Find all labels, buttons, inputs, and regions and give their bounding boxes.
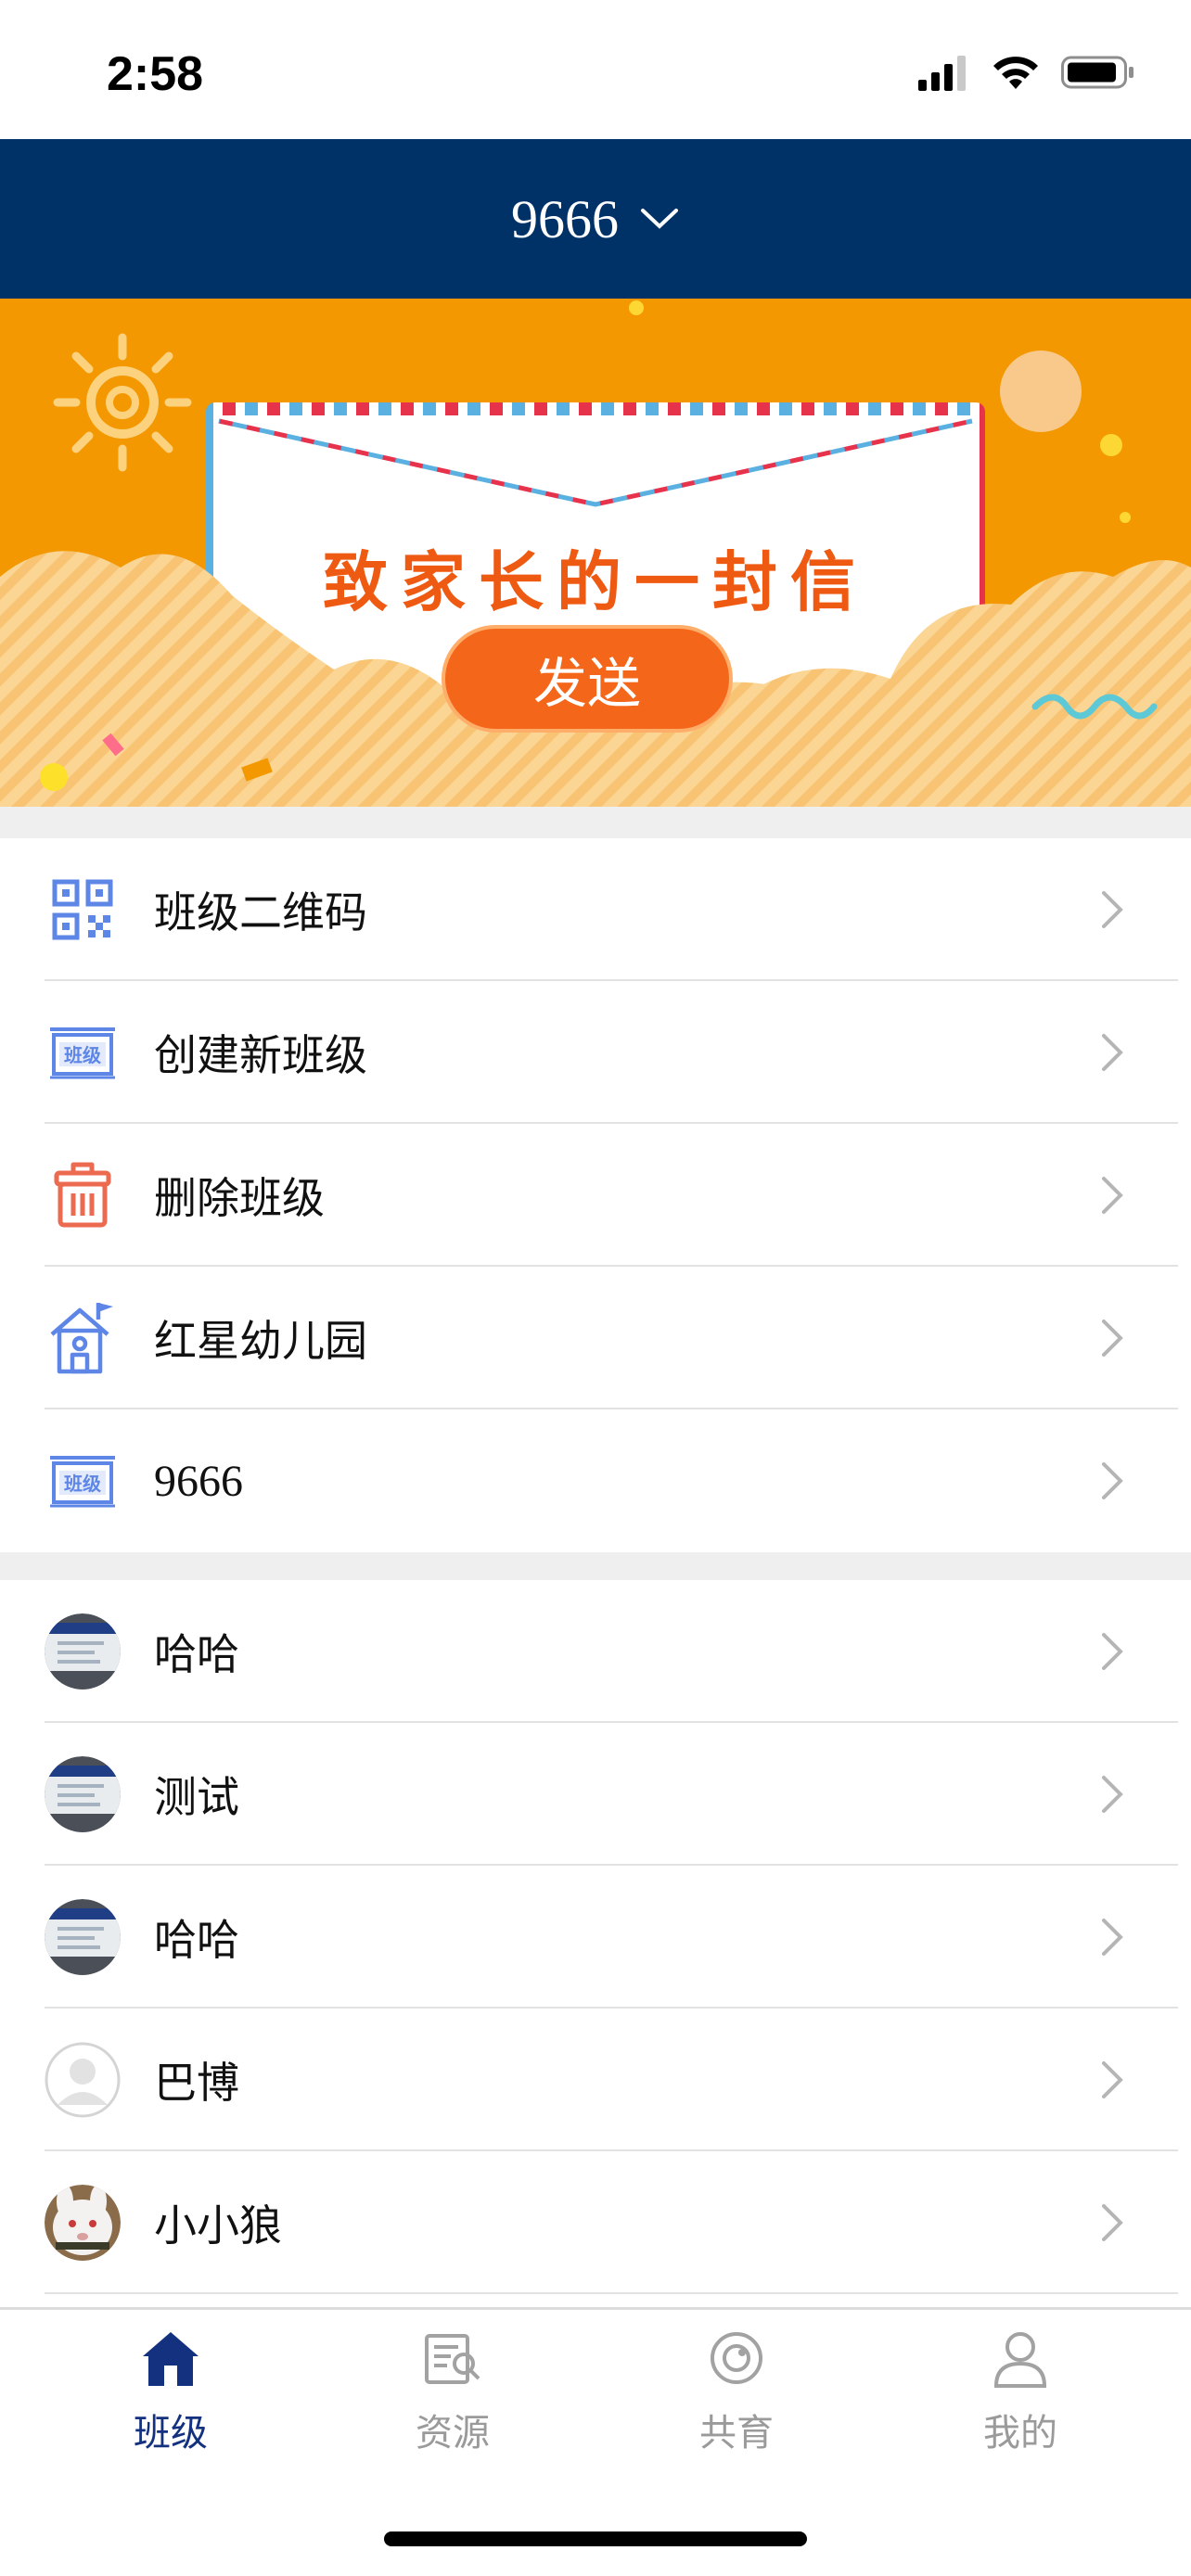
school-house-icon <box>45 1300 121 1376</box>
chevron-right-icon <box>1102 1462 1123 1499</box>
menu-item-label: 班级二维码 <box>154 887 367 937</box>
tab-resources[interactable]: 资源 <box>360 2328 545 2456</box>
battery-icon <box>1061 56 1133 89</box>
status-icons <box>918 54 1135 91</box>
chevron-right-icon <box>1102 1034 1123 1071</box>
photo-avatar <box>45 1899 121 1975</box>
chevron-right-icon <box>1102 1919 1123 1956</box>
member-row[interactable]: 测试 <box>0 1723 1191 1866</box>
menu-item-label: 删除班级 <box>154 1173 325 1223</box>
default-avatar <box>45 2042 121 2118</box>
tab-label: 共育 <box>699 2412 774 2455</box>
trash-icon <box>45 1157 121 1233</box>
section-gap <box>0 1552 1191 1580</box>
member-row[interactable]: 巴博 <box>0 2009 1191 2151</box>
send-button[interactable]: 发送 <box>442 625 733 733</box>
chevron-right-icon <box>1102 2061 1123 2098</box>
menu-item-create-class[interactable]: 班级 创建新班级 <box>0 981 1191 1124</box>
menu-item-label: 红星幼儿园 <box>154 1316 367 1366</box>
tab-label: 我的 <box>983 2412 1057 2455</box>
member-row[interactable]: 小小狼 <box>0 2151 1191 2294</box>
member-name: 巴博 <box>154 2058 239 2108</box>
resource-search-icon <box>425 2334 480 2384</box>
member-row[interactable]: 哈哈 <box>0 1580 1191 1723</box>
chevron-right-icon <box>1102 2204 1123 2241</box>
class-switcher[interactable]: 9666 <box>511 188 680 250</box>
letter-title: 致家长的一封信 <box>323 543 868 620</box>
section-gap <box>0 807 1191 838</box>
menu-item-kindergarten[interactable]: 红星幼儿园 <box>0 1267 1191 1409</box>
tab-co-education[interactable]: 共育 <box>644 2328 829 2456</box>
parent-letter-banner[interactable]: 致家长的一封信 发送 <box>0 299 1191 807</box>
chevron-right-icon <box>1102 1633 1123 1670</box>
tab-label: 资源 <box>416 2412 490 2455</box>
status-bar: 2:58 <box>0 0 1191 139</box>
bunny-avatar <box>45 2185 121 2261</box>
home-icon <box>143 2332 198 2386</box>
header-title: 9666 <box>511 188 619 249</box>
menu-item-label: 创建新班级 <box>154 1030 367 1080</box>
member-name: 测试 <box>154 1772 239 1822</box>
member-name: 小小狼 <box>154 2200 282 2251</box>
member-list: 哈哈 测试 哈哈 巴博 小小狼 <box>0 1580 1191 2294</box>
home-indicator[interactable] <box>384 2531 807 2546</box>
chevron-right-icon <box>1102 1177 1123 1214</box>
tab-mine[interactable]: 我的 <box>928 2328 1113 2456</box>
class-sign-icon: 班级 <box>45 1443 121 1519</box>
status-time: 2:58 <box>107 47 204 101</box>
menu-item-label: 9666 <box>154 1456 243 1506</box>
tab-class[interactable]: 班级 <box>78 2328 263 2456</box>
chevron-right-icon <box>1102 891 1123 928</box>
header: 9666 <box>0 139 1191 299</box>
member-row[interactable]: 哈哈 <box>0 1866 1191 2009</box>
class-sign-icon: 班级 <box>45 1014 121 1090</box>
svg-text:班级: 班级 <box>64 1044 101 1066</box>
signal-icon <box>918 56 966 91</box>
svg-text:班级: 班级 <box>64 1473 101 1495</box>
menu-item-delete-class[interactable]: 删除班级 <box>0 1124 1191 1267</box>
photo-avatar <box>45 1756 121 1832</box>
member-name: 哈哈 <box>154 1629 239 1679</box>
chevron-right-icon <box>1102 1320 1123 1357</box>
photo-avatar <box>45 1613 121 1690</box>
person-icon <box>993 2332 1047 2388</box>
menu-item-current-class[interactable]: 班级 9666 <box>0 1409 1191 1552</box>
qr-code-icon <box>45 872 121 948</box>
divider <box>45 2292 1178 2294</box>
wifi-icon <box>993 57 1038 89</box>
class-menu-list: 班级二维码 班级 创建新班级 删除班级 红星幼儿园 班级 9666 <box>0 838 1191 1552</box>
chevron-down-icon <box>641 209 678 229</box>
chevron-right-icon <box>1102 1776 1123 1813</box>
co-education-icon <box>711 2332 762 2384</box>
tab-label: 班级 <box>134 2412 208 2455</box>
sun-icon <box>53 333 192 472</box>
member-name: 哈哈 <box>154 1915 239 1965</box>
menu-item-class-qr-code[interactable]: 班级二维码 <box>0 838 1191 981</box>
